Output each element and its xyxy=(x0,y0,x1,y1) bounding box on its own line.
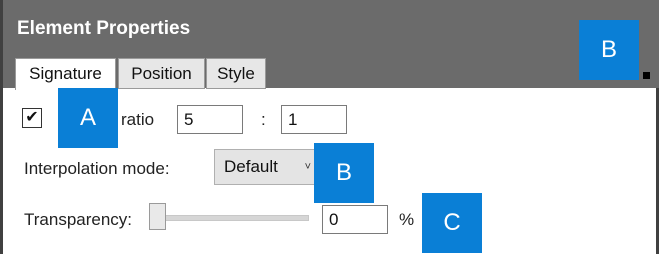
element-properties-panel: Element Properties Signature Position St… xyxy=(0,0,659,254)
transparency-slider-thumb[interactable] xyxy=(149,203,166,230)
ratio-separator: : xyxy=(261,110,266,129)
transparency-label: Transparency: xyxy=(24,210,133,229)
interpolation-mode-label: Interpolation mode: xyxy=(24,159,170,178)
ratio-label: ratio xyxy=(121,110,155,129)
interpolation-mode-value: Default xyxy=(224,157,278,176)
marker-a: A xyxy=(58,88,118,148)
marker-c: C xyxy=(422,193,482,253)
ratio-checkbox[interactable]: ✔ xyxy=(22,108,42,128)
marker-b-top: B xyxy=(579,20,639,80)
tab-style[interactable]: Style xyxy=(206,58,266,89)
transparency-unit: % xyxy=(399,210,415,229)
resize-handle-icon[interactable] xyxy=(643,72,650,79)
ratio-value-1-input[interactable]: 5 xyxy=(177,105,243,134)
chevron-down-icon: ˅ xyxy=(304,161,311,173)
tab-position[interactable]: Position xyxy=(118,58,205,89)
marker-b: B xyxy=(314,143,374,203)
transparency-input[interactable]: 0 xyxy=(322,205,388,234)
tab-signature[interactable]: Signature xyxy=(15,58,116,90)
ratio-value-2-input[interactable]: 1 xyxy=(281,105,347,134)
transparency-slider-track[interactable] xyxy=(151,215,309,221)
panel-title: Element Properties xyxy=(17,18,191,39)
interpolation-mode-select[interactable]: Default ˅ xyxy=(214,149,318,185)
